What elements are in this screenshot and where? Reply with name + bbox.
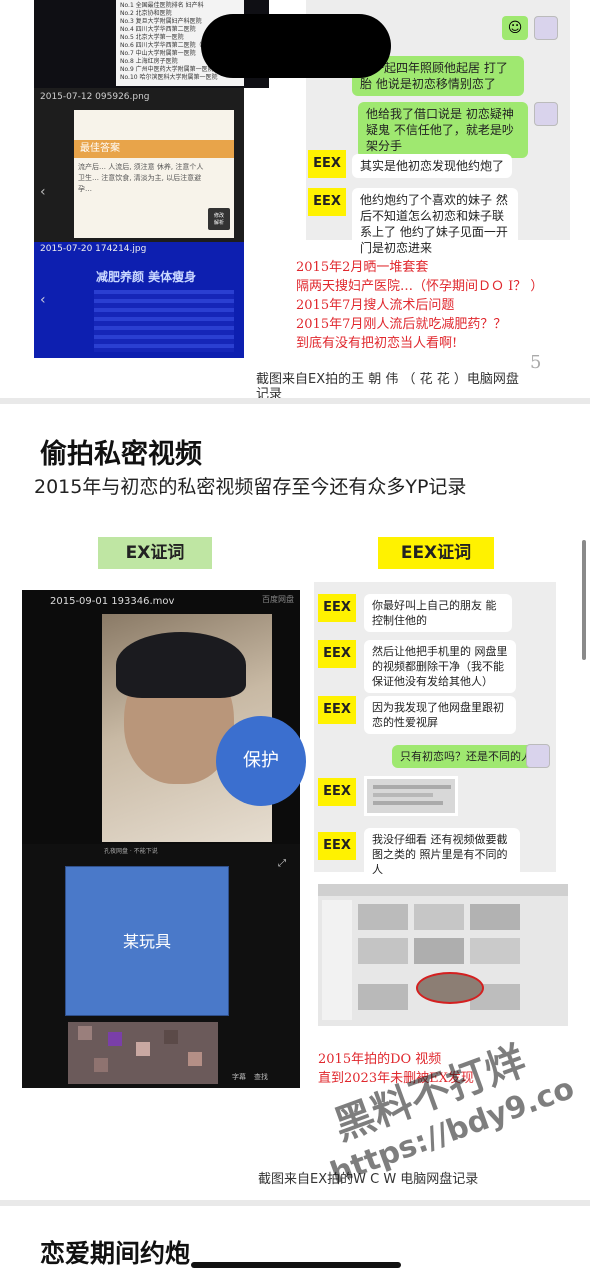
eex-tag: EEX (308, 150, 346, 178)
eex-tag: EEX (318, 696, 356, 724)
chat-message: 然后让他把手机里的 网盘里的视频都删除干净（我不能保证他没有发给其他人） (364, 640, 516, 693)
diet-screenshot: 2015-07-20 174214.jpg 减肥养颜 美体瘦身 ‹ (34, 242, 244, 358)
protect-overlay-circle: 保护 (216, 716, 306, 806)
top-bar-text: 孔夜网盘 · 不能下说 (104, 848, 158, 855)
avatar (534, 16, 558, 40)
chat-message: 只有初恋吗？还是不同的人 (392, 745, 540, 768)
emoji-bubble: ☺ (502, 16, 528, 40)
page-title: 恋爱期间约炮 (40, 1239, 191, 1268)
prev-arrow-icon[interactable]: ‹ (40, 292, 46, 308)
best-answer-label: 最佳答案 (80, 143, 120, 154)
image-message-thumbnail[interactable] (364, 776, 458, 816)
ex-testimony-label: EX证词 (98, 537, 212, 569)
subtitle-button[interactable]: 字幕 (232, 1073, 246, 1081)
note-line: 2015年2月晒一堆套套 (296, 260, 429, 275)
video-file-name: 2015-09-01 193346.mov (50, 596, 175, 607)
chat-message: 他给我了借口说是 初恋疑神疑鬼 不信任他了，就老是吵架分手 (358, 102, 528, 158)
cloud-disk-screenshot (318, 884, 568, 1026)
chat-message: 我没仔细看 还有视频做要截图之类的 照片里是有不同的人 (364, 828, 520, 881)
home-indicator[interactable] (191, 1262, 401, 1268)
eex-tag: EEX (318, 778, 356, 806)
page-number: 5 (530, 352, 542, 373)
chat-message: 他约炮约了个喜欢的妹子 然后不知道怎么初恋和妹子联系上了 他约了妹子见面一开门是… (352, 188, 518, 260)
slide-3: 恋爱期间约炮 (0, 1206, 590, 1280)
toolbar: 字幕 查找 (232, 1072, 268, 1082)
prev-arrow-icon[interactable]: ‹ (40, 184, 46, 200)
slide-2: 偷拍私密视频 2015年与初恋的私密视频留存至今还有众多YP记录 EX证词 EE… (0, 404, 590, 1200)
note-line: 2015年7月搜人流术后问题 (296, 298, 455, 313)
note-line: 2015年7月刚人流后就吃减肥药？？ (296, 317, 507, 332)
page-title: 偷拍私密视频 (40, 439, 202, 470)
file-name: 2015-07-20 174214.jpg (40, 244, 147, 254)
eex-tag: EEX (318, 594, 356, 622)
chat-message: 其实是他初恋发现他约炮了 (352, 154, 513, 178)
chat-message: 因为我发现了他网盘里跟初恋的性爱视屏 (364, 696, 516, 734)
edit-button[interactable]: 修改 解析 (208, 208, 230, 230)
watermark: 黑料不打烊 https://bdy9.co (306, 1016, 579, 1191)
hair (116, 632, 246, 698)
scroll-indicator[interactable] (582, 540, 586, 660)
chat-message: 你最好叫上自己的朋友 能控制住他的 (364, 594, 512, 632)
toy-cover-box: 某玩具 (65, 866, 229, 1016)
page-subtitle: 2015年与初恋的私密视频留存至今还有众多YP记录 (34, 476, 467, 498)
caption: 截图来自EX拍的王 朝 伟 （ 花 花 ）电脑网盘记录 (256, 372, 519, 398)
toy-screenshot: 孔夜网盘 · 不能下说 ⤢ 某玩具 字幕 查找 (22, 844, 300, 1088)
blurred-area (68, 1022, 218, 1084)
note-line: 隔两天搜妇产医院…（怀孕期间ＤＯ I？ ） (296, 279, 544, 294)
video-app-name: 百度网盘 (262, 595, 294, 604)
avatar (534, 102, 558, 126)
timeline-notes: 2015年2月晒一堆套套 隔两天搜妇产医院…（怀孕期间ＤＯ I？ ） 2015年… (296, 258, 543, 353)
eex-testimony-label: EEX证词 (378, 537, 494, 569)
fullscreen-icon[interactable]: ⤢ (278, 858, 286, 869)
chat-screenshot: EEX 你最好叫上自己的朋友 能控制住他的 EEX 然后让他把手机里的 网盘里的… (314, 582, 556, 881)
answer-text: 流产后… 人流后, 须注意 休养, 注意个人卫生… 注意饮食, 清淡为主, 以后… (78, 163, 204, 193)
eex-tag: EEX (308, 188, 346, 216)
find-button[interactable]: 查找 (254, 1073, 268, 1081)
note-line: 到底有没有把初恋当人看啊! (296, 336, 458, 351)
highlight-circle (416, 972, 484, 1004)
answer-screenshot: 2015-07-12 095926.png 最佳答案 流产后… 人流后, 须注意… (34, 88, 244, 242)
list-item: No.1 全国最佳医院排名 妇产科 (120, 2, 204, 9)
file-name: 2015-07-12 095926.png (40, 92, 150, 102)
video-screenshot: 2015-09-01 193346.mov 百度网盘 保护 (22, 590, 306, 844)
diet-banner: 减肥养颜 美体瘦身 (96, 270, 197, 284)
slide-1: No.1 全国最佳医院排名 妇产科 No.2 北京协和医院 No.3 复旦大学附… (0, 0, 590, 398)
eex-tag: EEX (318, 640, 356, 668)
avatar (526, 744, 550, 768)
best-answer-header: 最佳答案 (74, 140, 234, 158)
camera-notch (201, 14, 391, 78)
eex-tag: EEX (318, 832, 356, 860)
